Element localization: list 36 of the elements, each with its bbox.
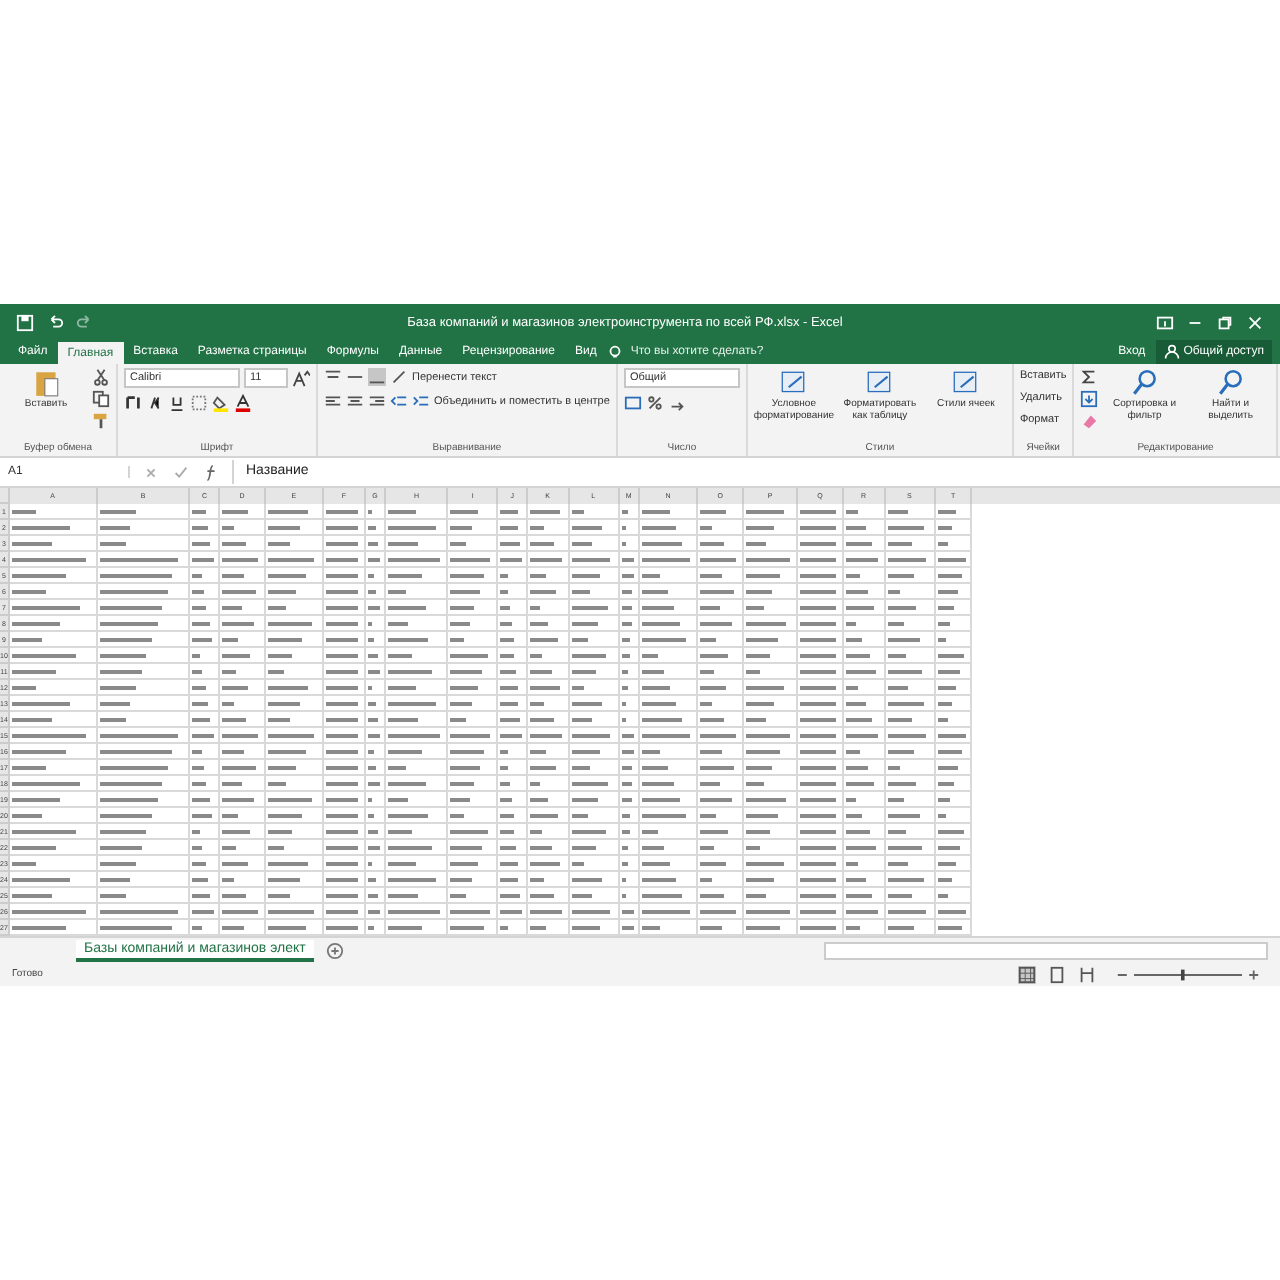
horizontal-scrollbar[interactable] bbox=[824, 941, 1268, 959]
format-painter-icon[interactable] bbox=[92, 412, 110, 430]
italic-icon[interactable] bbox=[146, 394, 164, 412]
function-icon[interactable] bbox=[202, 463, 220, 481]
sum-icon[interactable] bbox=[1080, 368, 1099, 386]
increase-indent-icon[interactable] bbox=[412, 392, 430, 410]
add-sheet-icon[interactable] bbox=[325, 941, 344, 959]
redo-icon[interactable] bbox=[76, 313, 94, 331]
align-center-icon[interactable] bbox=[346, 392, 364, 410]
decrease-indent-icon[interactable] bbox=[390, 392, 408, 410]
undo-icon[interactable] bbox=[46, 313, 64, 331]
orientation-icon[interactable] bbox=[390, 368, 408, 386]
cut-icon[interactable] bbox=[92, 368, 110, 386]
close-icon[interactable] bbox=[1246, 313, 1264, 331]
align-right-icon[interactable] bbox=[368, 392, 386, 410]
percent-icon[interactable] bbox=[645, 394, 664, 412]
magnifier-icon bbox=[1215, 368, 1246, 398]
restore-icon[interactable] bbox=[1216, 313, 1234, 331]
align-bottom-icon[interactable] bbox=[368, 368, 386, 386]
save-icon[interactable] bbox=[16, 313, 34, 331]
fill-color-icon[interactable] bbox=[212, 394, 230, 412]
page-layout-icon[interactable] bbox=[1048, 965, 1066, 983]
align-left-icon[interactable] bbox=[324, 392, 342, 410]
lightbulb-icon bbox=[606, 343, 625, 361]
page-break-icon[interactable] bbox=[1078, 965, 1096, 983]
underline-icon[interactable] bbox=[168, 394, 186, 412]
normal-view-icon[interactable] bbox=[1018, 965, 1036, 983]
font-color-icon[interactable] bbox=[234, 394, 252, 412]
person-icon bbox=[1163, 344, 1180, 360]
ribbon-options-icon[interactable] bbox=[1156, 313, 1174, 331]
increase-font-icon[interactable] bbox=[292, 369, 310, 387]
copy-icon[interactable] bbox=[92, 390, 110, 408]
borders-icon[interactable] bbox=[190, 394, 208, 412]
fill-down-icon[interactable] bbox=[1080, 390, 1099, 408]
bold-icon[interactable] bbox=[124, 394, 142, 412]
magnifier-icon bbox=[1129, 368, 1160, 398]
